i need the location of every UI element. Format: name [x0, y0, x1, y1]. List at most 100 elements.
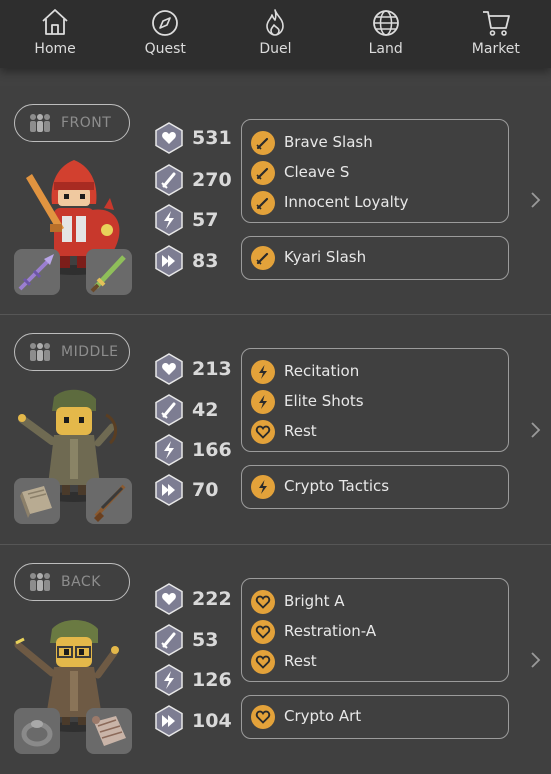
stat-speed: 104	[154, 705, 234, 737]
skill-row[interactable]: Bright A	[242, 587, 508, 617]
sword-icon	[251, 161, 275, 185]
skill-row[interactable]: Rest	[242, 417, 508, 447]
party-icon	[30, 343, 50, 361]
heart-icon	[251, 590, 275, 614]
special-skill-row: Crypto Art	[242, 702, 508, 732]
sword-hex-icon	[155, 164, 183, 196]
heart-icon	[251, 705, 275, 729]
rifle-icon	[94, 484, 126, 522]
attack-value: 270	[192, 169, 232, 191]
unit-panel-middle[interactable]: MIDDLE 213 42 166 70 Recitation Elite Sh…	[0, 315, 551, 544]
gun-slot[interactable]	[86, 478, 132, 524]
sword-icon	[251, 246, 275, 270]
sword-item-icon	[90, 255, 126, 293]
nav-home-label: Home	[34, 41, 76, 57]
stat-speed: 83	[154, 245, 234, 277]
skill-label: Restration-A	[284, 622, 377, 640]
compass-icon	[152, 10, 179, 36]
special-skill-box[interactable]: Kyari Slash	[241, 236, 509, 280]
speed-value: 70	[192, 479, 219, 501]
skill-row[interactable]: Cleave S	[242, 158, 508, 188]
nav-land-label: Land	[368, 41, 403, 57]
speed-hex-icon	[155, 705, 183, 737]
chevron-right-icon[interactable]	[528, 650, 542, 670]
position-badge: FRONT	[14, 104, 130, 142]
skill-label: Elite Shots	[284, 392, 364, 410]
nav-duel[interactable]: Duel	[220, 0, 330, 68]
skill-row[interactable]: Innocent Loyalty	[242, 188, 508, 218]
spear-icon	[18, 254, 54, 291]
position-label: MIDDLE	[61, 344, 119, 360]
home-icon	[42, 9, 68, 35]
weapon-slot[interactable]	[14, 249, 60, 295]
book-slot[interactable]	[14, 478, 60, 524]
hp-value: 531	[192, 127, 232, 149]
stat-hp: 213	[154, 353, 234, 385]
skill-row[interactable]: Restration-A	[242, 617, 508, 647]
skill-row[interactable]: Brave Slash	[242, 128, 508, 158]
nav-market-label: Market	[471, 41, 520, 57]
special-skill-row: Kyari Slash	[242, 243, 508, 273]
cart-icon	[482, 11, 510, 36]
heart-icon	[251, 420, 275, 444]
flame-icon	[266, 9, 285, 36]
skill-label: Innocent Loyalty	[284, 193, 409, 211]
speed-hex-icon	[155, 245, 183, 277]
nav-land[interactable]: Land	[331, 0, 441, 68]
special-skill-row: Crypto Tactics	[242, 472, 508, 502]
chevron-right-icon[interactable]	[528, 420, 542, 440]
skills-box: Bright A Restration-A Rest	[241, 578, 509, 682]
skill-label: Brave Slash	[284, 133, 373, 151]
stat-magic: 126	[154, 664, 234, 696]
position-label: FRONT	[61, 115, 112, 131]
speed-hex-icon	[155, 474, 183, 506]
sword-icon	[251, 191, 275, 215]
stat-hp: 531	[154, 122, 234, 154]
nav-home[interactable]: Home	[0, 0, 110, 68]
heart-icon	[251, 620, 275, 644]
attack-value: 53	[192, 629, 219, 651]
skill-label: Recitation	[284, 362, 360, 380]
skill-row[interactable]: Recitation	[242, 357, 508, 387]
skill-row[interactable]: Elite Shots	[242, 387, 508, 417]
sword-hex-icon	[155, 394, 183, 426]
sword-slot[interactable]	[86, 249, 132, 295]
sword-hex-icon	[155, 624, 183, 656]
party-icon	[30, 114, 50, 132]
skill-label: Rest	[284, 422, 317, 440]
hp-hex-icon	[155, 122, 183, 154]
stat-magic: 57	[154, 204, 234, 236]
special-skill-box[interactable]: Crypto Tactics	[241, 465, 509, 509]
chevron-right-icon[interactable]	[528, 190, 542, 210]
stat-attack: 53	[154, 624, 234, 656]
nav-quest[interactable]: Quest	[110, 0, 220, 68]
unit-panel-front[interactable]: FRONT 531 270 57 83 Brave Slash Cleave S…	[0, 86, 551, 315]
scroll-icon	[92, 716, 126, 746]
lightning-hex-icon	[155, 664, 183, 696]
special-skill-box[interactable]: Crypto Art	[241, 695, 509, 739]
lightning-hex-icon	[155, 434, 183, 466]
magic-value: 57	[192, 209, 219, 231]
lightning-icon	[251, 475, 275, 499]
hp-value: 222	[192, 588, 232, 610]
speed-value: 83	[192, 250, 219, 272]
stat-speed: 70	[154, 474, 234, 506]
magic-value: 166	[192, 439, 232, 461]
speed-value: 104	[192, 710, 232, 732]
skill-row[interactable]: Rest	[242, 647, 508, 677]
party-icon	[30, 573, 50, 591]
skill-label: Cleave S	[284, 163, 350, 181]
nav-market[interactable]: Market	[441, 0, 551, 68]
hp-hex-icon	[155, 353, 183, 385]
hp-value: 213	[192, 358, 232, 380]
position-badge: BACK	[14, 563, 130, 601]
stat-attack: 42	[154, 394, 234, 426]
special-skill-label: Kyari Slash	[284, 248, 367, 266]
nav-duel-label: Duel	[259, 41, 292, 57]
skills-box: Recitation Elite Shots Rest	[241, 348, 509, 452]
scroll-slot[interactable]	[86, 708, 132, 754]
unit-panel-back[interactable]: BACK 222 53 126 104 Bright A Restration-…	[0, 545, 551, 774]
ring-slot[interactable]	[14, 708, 60, 754]
ring-icon	[21, 720, 53, 747]
lightning-hex-icon	[155, 204, 183, 236]
